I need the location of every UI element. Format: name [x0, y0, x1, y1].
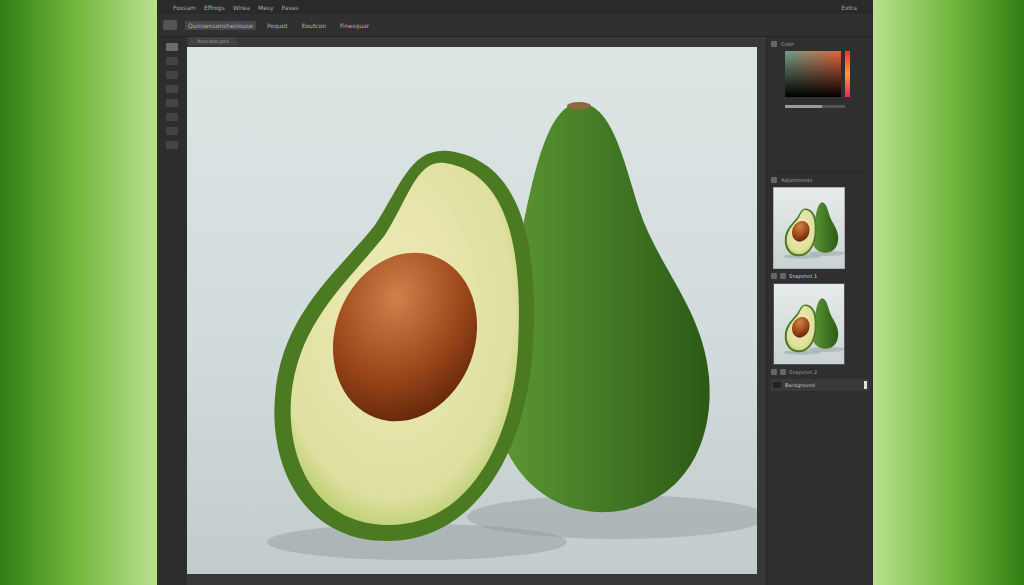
snapshot-controls: Snapshot 1	[771, 273, 869, 279]
layer-name: Background	[785, 382, 860, 388]
hue-bar[interactable]	[845, 51, 850, 97]
option-field[interactable]: Quinsensonsheslouse	[185, 21, 256, 30]
layer-lock-icon	[864, 381, 867, 389]
panel-icon[interactable]	[771, 177, 777, 183]
canvas-row	[187, 45, 766, 585]
history-panel-header: Adjustments	[771, 177, 869, 183]
layer-row[interactable]: Background	[771, 379, 869, 391]
layer-thumbnail	[773, 382, 781, 388]
workspace: Avocado.psd	[187, 37, 766, 585]
tool-strip	[157, 37, 187, 585]
tool-icon[interactable]	[166, 99, 178, 107]
editor-window: Foxsam Effrogs Wirea Mesy Paxes Extra Quinsens…	[157, 0, 873, 585]
panel-gap	[771, 112, 869, 173]
tool-icon[interactable]	[166, 57, 178, 65]
color-picker	[771, 51, 869, 97]
menu-item[interactable]: Foxsam	[173, 4, 196, 11]
menu-item[interactable]: Wirea	[233, 4, 250, 11]
menu-item[interactable]: Mesy	[258, 4, 274, 11]
snapshot-thumbnail[interactable]	[773, 283, 845, 365]
menu-bar: Foxsam Effrogs Wirea Mesy Paxes Extra	[157, 0, 873, 14]
menu-item[interactable]: Effrogs	[204, 4, 225, 11]
document-tab[interactable]: Avocado.psd	[189, 37, 237, 45]
image-canvas[interactable]	[187, 47, 757, 574]
option-field[interactable]: Poquot	[264, 21, 291, 30]
option-field[interactable]: Eoutcon	[299, 21, 329, 30]
option-field[interactable]: Finesquar	[337, 21, 372, 30]
tool-icon[interactable]	[166, 71, 178, 79]
menu-item[interactable]: Paxes	[282, 4, 299, 11]
left-backdrop	[0, 0, 157, 585]
snapshot-label: Snapshot 1	[789, 273, 817, 279]
menu-item[interactable]: Extra	[841, 4, 857, 11]
tool-icon[interactable]	[166, 127, 178, 135]
control-icon[interactable]	[771, 369, 777, 375]
control-icon[interactable]	[780, 369, 786, 375]
snapshot-label: Snapshot 2	[789, 369, 817, 375]
control-icon[interactable]	[771, 273, 777, 279]
right-backdrop	[873, 0, 1024, 585]
panel-title: Adjustments	[781, 177, 812, 183]
main-area: Avocado.psd Color Adjustments Snapshot 1 Sna…	[157, 37, 873, 585]
thumb-0	[774, 188, 844, 268]
page: Foxsam Effrogs Wirea Mesy Paxes Extra Quinsens…	[0, 0, 1024, 585]
thumb-1	[774, 284, 844, 364]
options-bar: Quinsensonsheslouse Poquot Eoutcon Finesqua…	[157, 14, 873, 37]
color-field[interactable]	[785, 51, 841, 97]
snapshot-thumbnail[interactable]	[773, 187, 845, 269]
avocado-photo	[187, 47, 757, 574]
slider-fill	[785, 105, 822, 108]
tool-icon[interactable]	[166, 141, 178, 149]
panel-title: Color	[781, 41, 794, 47]
tool-preset-icon[interactable]	[163, 20, 177, 30]
snapshot-controls: Snapshot 2	[771, 369, 869, 375]
tool-icon[interactable]	[166, 43, 178, 51]
tool-icon[interactable]	[166, 113, 178, 121]
color-slider[interactable]	[785, 105, 845, 108]
color-panel-header: Color	[771, 41, 869, 47]
tool-icon[interactable]	[166, 85, 178, 93]
control-icon[interactable]	[780, 273, 786, 279]
right-panel: Color Adjustments Snapshot 1 Snapshot 2 Back…	[766, 37, 873, 585]
panel-icon[interactable]	[771, 41, 777, 47]
